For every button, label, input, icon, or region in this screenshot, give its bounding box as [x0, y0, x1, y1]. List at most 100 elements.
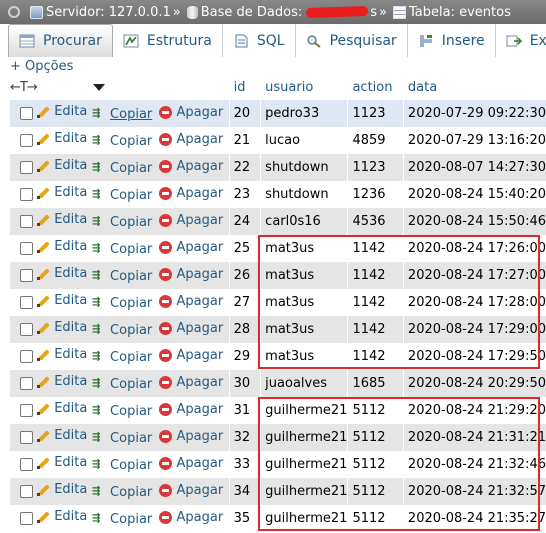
tab-sql[interactable]: SQL [222, 24, 296, 57]
move-columns-icon[interactable]: ←T→ [10, 80, 38, 95]
edit-link[interactable]: Edita [36, 293, 87, 308]
copy-link[interactable]: ⇶ Copiar [92, 512, 152, 527]
delete-link[interactable]: Apagar [158, 375, 223, 390]
breadcrumb-table[interactable]: Tabela: eventos [409, 5, 511, 20]
tab-insert[interactable]: Insere [407, 24, 496, 57]
row-checkbox[interactable] [19, 512, 33, 525]
options-link[interactable]: + Opções [10, 59, 73, 74]
delete-link[interactable]: Apagar [158, 158, 224, 174]
row-checkbox[interactable] [19, 431, 33, 444]
row-checkbox[interactable] [19, 377, 33, 390]
column-header-action[interactable]: action [347, 74, 404, 100]
table-row[interactable]: Edita ⇶ Copiar Apagar 28 mat3us 1142 2020-08-24… [10, 316, 546, 343]
row-checkbox[interactable] [19, 269, 33, 282]
edit-link[interactable]: Edita [36, 455, 87, 470]
delete-link[interactable]: Apagar [158, 132, 223, 147]
copy-link[interactable]: ⇶ Copiar [92, 404, 152, 419]
column-header-id[interactable]: id [228, 74, 261, 100]
row-checkbox[interactable] [19, 107, 33, 120]
tab-browse[interactable]: Procurar [8, 24, 113, 57]
delete-cell: Apagar [158, 127, 230, 154]
edit-link[interactable]: Edita [36, 509, 87, 524]
breadcrumb-server[interactable]: Servidor: 127.0.0.1 [46, 5, 171, 20]
row-checkbox[interactable] [19, 485, 33, 498]
table-row[interactable]: Edita ⇶ Copiar Apagar 29 mat3us 1142 2020-08-24… [10, 343, 546, 370]
row-checkbox[interactable] [19, 242, 33, 255]
delete-link[interactable]: Apagar [158, 213, 223, 228]
edit-link[interactable]: Edita [36, 131, 87, 146]
table-row[interactable]: Edita ⇶ Copiar Apagar 21 lucao 4859 2020-07-29 … [10, 127, 546, 154]
edit-link[interactable]: Edita [36, 266, 87, 281]
table-row[interactable]: Edita ⇶ Copiar Apagar 25 mat3us 1142 2020-08-24… [10, 235, 546, 262]
tab-export[interactable]: Exp [495, 24, 546, 57]
table-row[interactable]: Edita ⇶ Copiar Apagar 30 juaoalves 1685 2020-08… [10, 370, 546, 397]
copy-link[interactable]: ⇶ Copiar [92, 323, 152, 338]
row-checkbox[interactable] [19, 188, 33, 201]
copy-link[interactable]: ⇶ Copiar [92, 431, 152, 446]
column-resize-header[interactable]: ←T→ [10, 74, 230, 100]
table-row[interactable]: Edita ⇶ Copiar Apagar 24 carl0s16 4536 2020-08-… [10, 208, 546, 235]
edit-link[interactable]: Edita [36, 347, 87, 362]
delete-link[interactable]: Apagar [158, 105, 223, 120]
edit-link[interactable]: Edita [36, 212, 87, 227]
copy-link[interactable]: ⇶ Copiar [92, 134, 152, 149]
row-checkbox[interactable] [19, 323, 33, 336]
delete-link[interactable]: Apagar [158, 321, 223, 336]
delete-link[interactable]: Apagar [158, 483, 223, 498]
table-row[interactable]: Edita ⇶ Copiar Apagar 31 guilherme21 5112 2020-… [10, 397, 546, 424]
table-row[interactable]: Edita ⇶ Copiar Apagar 27 mat3us 1142 2020-08-24… [10, 289, 546, 316]
edit-link[interactable]: Edita [36, 401, 87, 416]
copy-link[interactable]: ⇶ Copiar [92, 269, 152, 284]
row-checkbox[interactable] [19, 215, 33, 228]
copy-link[interactable]: ⇶ Copiar [92, 161, 152, 176]
row-checkbox[interactable] [19, 458, 33, 471]
table-row[interactable]: Edita ⇶ Copiar Apagar 33 guilherme21 5112 2020-… [10, 451, 546, 478]
column-header-usuario[interactable]: usuario [260, 74, 348, 100]
chevron-down-icon[interactable] [92, 83, 105, 91]
tab-structure[interactable]: Estrutura [112, 24, 223, 57]
table-row[interactable]: Edita ⇶ Copiar Apagar 32 guilherme21 5112 2020-… [10, 424, 546, 451]
delete-link[interactable]: Apagar [158, 294, 223, 309]
delete-link[interactable]: Apagar [158, 456, 223, 471]
column-header-data[interactable]: data [402, 74, 546, 100]
edit-link[interactable]: Edita [36, 158, 87, 173]
delete-link[interactable]: Apagar [158, 267, 223, 282]
edit-link[interactable]: Edita [36, 320, 87, 335]
table-row[interactable]: Edita ⇶ Copiar Apagar 20 pedro33 1123 2020-07-2… [10, 100, 546, 127]
table-row[interactable]: Edita ⇶ Copiar Apagar 26 mat3us 1142 2020-08-24… [10, 262, 546, 289]
row-checkbox[interactable] [19, 296, 33, 309]
row-checkbox[interactable] [19, 161, 33, 174]
edit-link[interactable]: Edita [36, 104, 87, 119]
delete-link[interactable]: Apagar [158, 186, 223, 201]
copy-link[interactable]: ⇶ Copiar [92, 377, 152, 392]
edit-link[interactable]: Edita [36, 239, 87, 254]
copy-link[interactable]: ⇶ Copiar [92, 107, 152, 122]
row-checkbox[interactable] [19, 404, 33, 417]
delete-link[interactable]: Apagar [158, 402, 223, 417]
edit-link[interactable]: Edita [36, 482, 87, 497]
delete-link[interactable]: Apagar [158, 240, 223, 255]
gear-icon[interactable] [8, 6, 20, 18]
delete-link[interactable]: Apagar [158, 348, 223, 363]
table-row[interactable]: Edita ⇶ Copiar Apagar 23 shutdown 1236 2020-08-… [10, 181, 546, 208]
breadcrumb-database[interactable]: Base de Dados: [201, 5, 303, 20]
copy-link[interactable]: ⇶ Copiar [92, 242, 152, 257]
tab-search[interactable]: Pesquisar [295, 24, 408, 57]
edit-link[interactable]: Edita [36, 428, 87, 443]
row-checkbox[interactable] [19, 134, 33, 147]
copy-link[interactable]: ⇶ Copiar [92, 296, 152, 311]
table-row[interactable]: Edita ⇶ Copiar Apagar 35 guilherme21 5112 2020-… [10, 505, 546, 532]
row-checkbox[interactable] [19, 350, 33, 363]
table-row[interactable]: Edita ⇶ Copiar Apagar 22 shutdown 1123 2020-08-… [10, 154, 546, 181]
delete-link[interactable]: Apagar [158, 510, 223, 525]
edit-link[interactable]: Edita [36, 374, 87, 389]
copy-link[interactable]: ⇶ Copiar [92, 350, 152, 365]
copy-link[interactable]: ⇶ Copiar [92, 485, 152, 500]
copy-link[interactable]: ⇶ Copiar [92, 188, 152, 203]
delete-link[interactable]: Apagar [158, 429, 223, 444]
delete-label: Apagar [176, 158, 224, 174]
edit-link[interactable]: Edita [36, 185, 87, 200]
table-row[interactable]: Edita ⇶ Copiar Apagar 34 guilherme21 5112 2020-… [10, 478, 546, 505]
copy-link[interactable]: ⇶ Copiar [92, 215, 152, 230]
copy-link[interactable]: ⇶ Copiar [92, 458, 152, 473]
